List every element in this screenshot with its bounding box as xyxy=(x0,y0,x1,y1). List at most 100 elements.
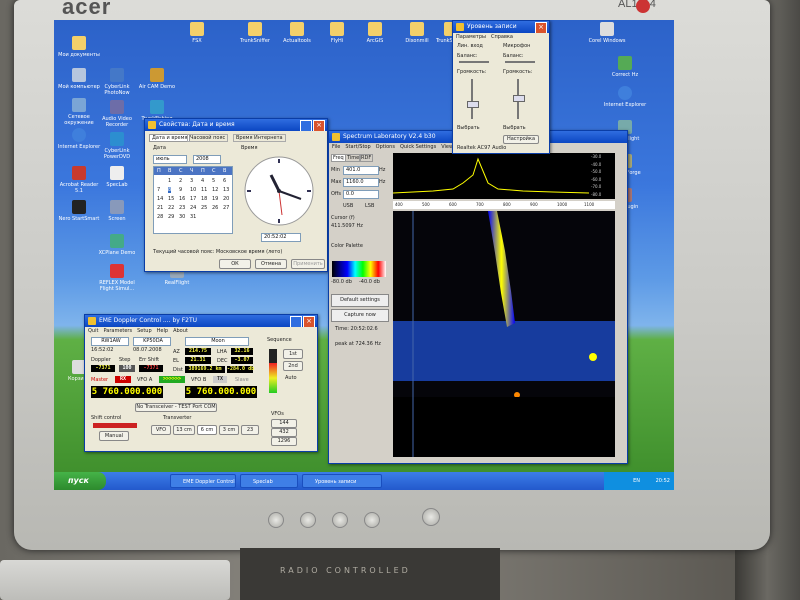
tab-internet-time[interactable]: Время Интернета xyxy=(233,134,286,142)
tab-freq[interactable]: Freq xyxy=(331,154,346,162)
rx-indicator[interactable]: RX xyxy=(115,376,131,383)
seq-1st-button[interactable]: 1st xyxy=(283,349,303,359)
calendar-day[interactable]: 16 xyxy=(179,196,185,202)
menu-help[interactable]: Справка xyxy=(491,34,513,40)
balance-slider[interactable] xyxy=(459,61,489,63)
capture-now-button[interactable]: Capture now xyxy=(331,309,389,322)
menu-file[interactable]: File xyxy=(332,144,340,150)
help-button[interactable] xyxy=(300,120,312,131)
calendar-day[interactable]: 29 xyxy=(168,214,174,220)
desktop-icon[interactable]: Correct Hz xyxy=(602,56,648,78)
menu-parameters[interactable]: Параметры xyxy=(456,34,486,40)
desktop-icon[interactable]: SpecLab xyxy=(94,166,140,188)
calendar-day[interactable]: 18 xyxy=(201,196,207,202)
calendar-day[interactable]: 17 xyxy=(190,196,196,202)
select-checkbox[interactable]: Выбрать xyxy=(457,125,480,131)
select-checkbox[interactable]: Выбрать xyxy=(503,125,526,131)
vfo-144-button[interactable]: 144 xyxy=(271,419,297,428)
task-speclab[interactable]: Speclab xyxy=(240,474,298,488)
apply-button[interactable]: Применить xyxy=(291,259,325,269)
close-button[interactable]: × xyxy=(303,316,315,327)
calendar-day[interactable]: 26 xyxy=(212,205,218,211)
waterfall-display[interactable] xyxy=(393,211,615,457)
desktop-icon[interactable]: Internet Explorer xyxy=(602,86,648,108)
calendar-day[interactable]: 23 xyxy=(179,205,185,211)
menu-help[interactable]: Help xyxy=(157,328,168,334)
desktop-icon[interactable]: Air CAM Demo xyxy=(134,68,180,90)
calendar-day[interactable]: 31 xyxy=(190,214,196,220)
monitor-button[interactable] xyxy=(364,512,380,528)
calendar-day[interactable]: 20 xyxy=(223,196,229,202)
lsb-radio[interactable]: LSB xyxy=(365,203,374,209)
band-23cm-button[interactable]: 23 xyxy=(241,425,259,435)
calendar-day[interactable]: 15 xyxy=(168,196,174,202)
desktop-icon[interactable]: REFLEX Model Flight Simul... xyxy=(94,264,140,292)
calendar-day[interactable]: 3 xyxy=(190,178,193,184)
desktop-icon[interactable]: CyberLink PowerDVD xyxy=(94,132,140,160)
band-3cm-button[interactable]: 3 cm xyxy=(219,425,239,435)
calendar-day[interactable]: 13 xyxy=(223,187,229,193)
menu-setup[interactable]: Setup xyxy=(137,328,152,334)
year-stepper[interactable]: 2008 xyxy=(193,155,221,164)
time-input[interactable]: 20:52:02 xyxy=(261,233,301,242)
task-volume[interactable]: Уровень записи xyxy=(302,474,382,488)
step-value[interactable]: 100 xyxy=(119,365,135,372)
desktop-icon[interactable]: ArcGIS xyxy=(352,22,398,44)
vfo-1296-button[interactable]: 1296 xyxy=(271,437,297,446)
settings-button[interactable]: Настройка xyxy=(503,135,539,144)
calendar-day[interactable]: 24 xyxy=(190,205,196,211)
calendar-day[interactable]: 28 xyxy=(157,214,163,220)
cancel-button[interactable]: Отмена xyxy=(255,259,287,269)
calendar-day[interactable]: 21 xyxy=(157,205,163,211)
color-palette-bar[interactable] xyxy=(332,261,386,277)
menu-start-stop[interactable]: Start/Stop xyxy=(345,144,370,150)
tab-timezone[interactable]: Часовой пояс xyxy=(187,134,229,142)
band-6cm-button[interactable]: 6 cm xyxy=(197,425,217,435)
calendar-day[interactable]: 6 xyxy=(223,178,226,184)
monitor-button[interactable] xyxy=(268,512,284,528)
calendar-day[interactable]: 1 xyxy=(168,178,171,184)
monitor-button[interactable] xyxy=(332,512,348,528)
calendar-day[interactable]: 9 xyxy=(179,187,182,193)
desktop-icon[interactable]: TrunkSniffer xyxy=(232,22,278,44)
vfo-432-button[interactable]: 432 xyxy=(271,428,297,437)
calendar-day[interactable]: 10 xyxy=(190,187,196,193)
calendar-day[interactable]: 7 xyxy=(157,187,160,193)
calendar-day[interactable]: 4 xyxy=(201,178,204,184)
close-button[interactable]: × xyxy=(313,120,325,131)
calendar-day[interactable]: 22 xyxy=(168,205,174,211)
max-freq-input[interactable]: 1160.0 xyxy=(343,178,379,187)
close-button[interactable]: × xyxy=(535,22,547,33)
transfer-arrow[interactable]: >>>>>> xyxy=(159,376,185,383)
calendar-day[interactable]: 2 xyxy=(179,178,182,184)
default-settings-button[interactable]: Default settings xyxy=(331,294,389,307)
desktop-icon[interactable]: XCPlane Demo xyxy=(94,234,140,256)
volume-slider[interactable] xyxy=(467,79,479,119)
band-13cm-button[interactable]: 13 cm xyxy=(173,425,195,435)
menu-options[interactable]: Options xyxy=(376,144,395,150)
ok-button[interactable]: ОК xyxy=(219,259,251,269)
spectrum-graph[interactable] xyxy=(392,153,590,199)
frequency-scale[interactable]: 400 500 600 700 800 900 1000 1100 xyxy=(393,201,615,209)
minimize-button[interactable] xyxy=(290,316,302,327)
tx-indicator[interactable]: TX xyxy=(213,376,227,383)
tab-rdf[interactable]: RDF xyxy=(359,154,374,162)
offset-input[interactable]: 0.0 xyxy=(343,190,379,199)
desktop-icon[interactable]: Мои документы xyxy=(56,36,102,58)
desktop-icon[interactable]: FSX xyxy=(174,22,220,44)
calendar-day[interactable]: 14 xyxy=(157,196,163,202)
min-freq-input[interactable]: 401.0 xyxy=(343,166,379,175)
usb-radio[interactable]: USB xyxy=(343,203,353,209)
power-button[interactable] xyxy=(422,508,440,526)
manual-button[interactable]: Manual xyxy=(99,431,129,441)
tab-date-time[interactable]: Дата и время xyxy=(149,134,191,142)
tray-clock[interactable]: 20:52 xyxy=(656,478,670,484)
menu-quick-settings[interactable]: Quick Settings xyxy=(400,144,436,150)
monitor-button[interactable] xyxy=(300,512,316,528)
calendar-day[interactable]: 5 xyxy=(212,178,215,184)
calendar-day[interactable]: 19 xyxy=(212,196,218,202)
menu-about[interactable]: About xyxy=(173,328,188,334)
calendar-day[interactable]: 30 xyxy=(179,214,185,220)
calendar-day[interactable]: 12 xyxy=(212,187,218,193)
calendar-day[interactable]: 27 xyxy=(223,205,229,211)
